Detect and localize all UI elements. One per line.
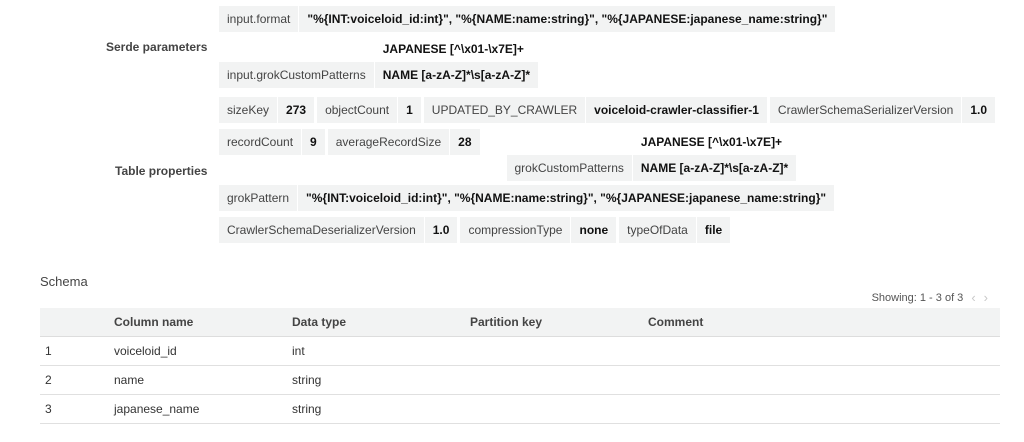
property-value: "%{INT:voiceloid_id:int}", "%{NAME:name:… — [299, 6, 836, 32]
cell-column-name: japanese_name — [114, 394, 292, 424]
table-row: 3 japanese_name string — [40, 394, 1000, 424]
column-header-partition-key[interactable]: Partition key — [470, 308, 648, 337]
property-value: "%{INT:voiceloid_id:int}", "%{NAME:name:… — [298, 185, 835, 211]
property-value: 9 — [302, 129, 325, 155]
property-key: grokPattern — [219, 185, 298, 211]
property-key: CrawlerSchemaSerializerVersion — [769, 97, 962, 123]
property-value: none — [571, 217, 617, 243]
property-value: JAPANESE [^\x01-\x7E]+ — [632, 129, 797, 155]
property-key: UPDATED_BY_CRAWLER — [423, 97, 586, 123]
serde-input-format-row: input.format "%{INT:voiceloid_id:int}", … — [219, 6, 836, 32]
cell-data-type: int — [292, 336, 470, 366]
property-key: objectCount — [317, 97, 398, 123]
property-key: recordCount — [219, 129, 302, 155]
table-row: 1 voiceloid_id int — [40, 336, 1000, 366]
property-value: 1 — [398, 97, 421, 123]
table-props-row-4: CrawlerSchemaDeserializerVersion 1.0 com… — [219, 217, 731, 243]
property-value-list: JAPANESE [^\x01-\x7E]+ NAME [a-zA-Z]*\s[… — [374, 36, 539, 88]
serde-grok-custom-row: input.grokCustomPatterns JAPANESE [^\x01… — [219, 36, 539, 88]
chevron-right-icon[interactable]: › — [984, 290, 988, 305]
property-value: 28 — [450, 129, 480, 155]
column-header-data-type[interactable]: Data type — [292, 308, 470, 337]
cell-comment — [648, 394, 1000, 424]
table-row: 2 name string — [40, 365, 1000, 395]
schema-title: Schema — [40, 274, 88, 289]
property-value: file — [696, 217, 731, 243]
cell-column-name: voiceloid_id — [114, 336, 292, 366]
property-key: input.grokCustomPatterns — [219, 62, 374, 88]
grok-custom-patterns-group: grokCustomPatterns JAPANESE [^\x01-\x7E]… — [504, 129, 797, 181]
table-props-row-1: sizeKey 273 objectCount 1 UPDATED_BY_CRA… — [219, 97, 996, 123]
property-value: JAPANESE [^\x01-\x7E]+ — [374, 36, 539, 62]
pagination-status: Showing: 1 - 3 of 3 — [871, 291, 964, 304]
cell-column-name: name — [114, 365, 292, 395]
property-key: sizeKey — [219, 97, 278, 123]
property-value: NAME [a-zA-Z]*\s[a-zA-Z]* — [374, 62, 539, 88]
table-props-grok-pattern-row: grokPattern "%{INT:voiceloid_id:int}", "… — [219, 185, 835, 211]
cell-partition-key — [470, 336, 648, 366]
table-header-row: Column name Data type Partition key Comm… — [40, 308, 1000, 337]
row-index: 1 — [40, 336, 114, 366]
cell-data-type: string — [292, 365, 470, 395]
column-header-column-name[interactable]: Column name — [114, 308, 292, 337]
property-value: 1.0 — [424, 217, 458, 243]
property-key: grokCustomPatterns — [506, 155, 632, 181]
schema-table: Column name Data type Partition key Comm… — [40, 308, 1000, 424]
property-key: averageRecordSize — [327, 129, 450, 155]
cell-partition-key — [470, 365, 648, 395]
table-props-row-2: recordCount 9 averageRecordSize 28 grokC… — [219, 129, 797, 181]
property-value-list: JAPANESE [^\x01-\x7E]+ NAME [a-zA-Z]*\s[… — [632, 129, 797, 181]
property-value: voiceloid-crawler-classifier-1 — [586, 97, 767, 123]
property-key: compressionType — [460, 217, 571, 243]
table-properties-label: Table properties — [115, 164, 208, 178]
property-key: CrawlerSchemaDeserializerVersion — [219, 217, 424, 243]
row-index: 3 — [40, 394, 114, 424]
row-index: 2 — [40, 365, 114, 395]
chevron-left-icon[interactable]: ‹ — [971, 290, 975, 305]
serde-parameters-label: Serde parameters — [106, 40, 208, 54]
property-value: NAME [a-zA-Z]*\s[a-zA-Z]* — [632, 155, 797, 181]
property-key: input.format — [219, 6, 299, 32]
property-value: 273 — [278, 97, 315, 123]
cell-data-type: string — [292, 394, 470, 424]
pagination: Showing: 1 - 3 of 3 ‹ › — [872, 290, 988, 305]
cell-partition-key — [470, 394, 648, 424]
cell-comment — [648, 365, 1000, 395]
property-key: typeOfData — [619, 217, 696, 243]
column-header-comment[interactable]: Comment — [648, 308, 1000, 337]
cell-comment — [648, 336, 1000, 366]
property-value: 1.0 — [962, 97, 996, 123]
column-header-index — [40, 308, 114, 337]
